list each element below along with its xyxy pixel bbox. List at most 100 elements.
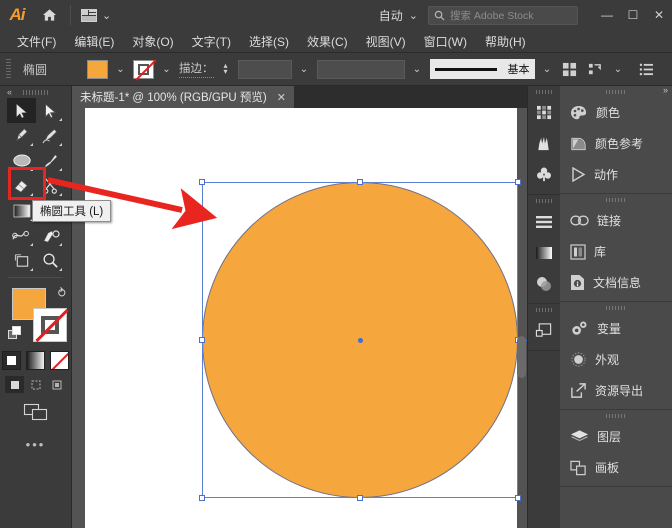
close-button[interactable]: ✕: [646, 0, 672, 30]
handle-bottom-left[interactable]: [199, 495, 205, 501]
window-controls: — ☐ ✕: [594, 0, 672, 30]
swatches-icon[interactable]: [528, 97, 560, 128]
menu-help[interactable]: 帮助(H): [476, 31, 535, 52]
transform-icon[interactable]: [586, 59, 606, 79]
vertical-scrollbar[interactable]: [517, 336, 526, 378]
stroke-profile-caret-icon[interactable]: ⌄: [411, 60, 424, 79]
menu-object[interactable]: 对象(O): [123, 31, 182, 52]
panel-group-gripper-3[interactable]: [560, 302, 672, 313]
direct-selection-tool[interactable]: [36, 98, 65, 123]
gradient-swatch-button[interactable]: [26, 351, 45, 370]
maximize-button[interactable]: ☐: [620, 0, 646, 30]
close-icon[interactable]: ✕: [277, 91, 286, 104]
curvature-tool[interactable]: [36, 123, 65, 148]
panel-item-appearance[interactable]: 外观: [560, 344, 672, 375]
screen-mode-button[interactable]: [0, 403, 71, 421]
dock-strip-gripper[interactable]: [528, 86, 560, 97]
handle-top-center[interactable]: [357, 179, 363, 185]
stroke-icon[interactable]: [528, 206, 560, 237]
symbols-icon[interactable]: [528, 159, 560, 190]
workspace-caret-icon[interactable]: ⌄: [409, 9, 418, 22]
brush-definition-dropdown[interactable]: 基本: [430, 59, 535, 79]
arrange-documents-button[interactable]: ⌄: [77, 4, 115, 26]
fill-color-swatch[interactable]: [87, 60, 108, 79]
change-screen-mode-icon: [23, 403, 49, 421]
panel-group-gripper-2[interactable]: [560, 194, 672, 205]
panel-item-layers[interactable]: 图层: [560, 421, 672, 452]
gradient-icon[interactable]: [528, 237, 560, 268]
arrange-documents-icon: [81, 9, 97, 22]
panel-item-color[interactable]: 颜色: [560, 97, 672, 128]
swap-fill-stroke-icon[interactable]: ⥁: [58, 286, 66, 300]
search-input[interactable]: 搜索 Adobe Stock: [428, 6, 578, 25]
menu-select[interactable]: 选择(S): [240, 31, 298, 52]
transparency-icon[interactable]: [528, 268, 560, 299]
handle-middle-left[interactable]: [199, 337, 205, 343]
menu-file[interactable]: 文件(F): [8, 31, 65, 52]
pen-tool[interactable]: [7, 123, 36, 148]
divider: [70, 5, 71, 25]
stroke-profile-input[interactable]: [317, 60, 405, 79]
panel-item-asset-export[interactable]: 资源导出: [560, 375, 672, 406]
dock-strip-gripper-3[interactable]: [528, 304, 560, 315]
titlebar-right-group: 自动 ⌄ 搜索 Adobe Stock — ☐ ✕: [379, 0, 672, 30]
fill-caret-icon[interactable]: ⌄: [114, 60, 127, 79]
brushes-icon[interactable]: [528, 128, 560, 159]
menu-view[interactable]: 视图(V): [357, 31, 415, 52]
more-options-icon[interactable]: [637, 59, 657, 79]
color-swatch-button[interactable]: [2, 351, 21, 370]
panel-item-libraries[interactable]: 库: [560, 236, 672, 267]
panel-item-document-info[interactable]: 文档信息: [560, 267, 672, 298]
panel-item-links[interactable]: 链接: [560, 205, 672, 236]
zoom-tool[interactable]: [36, 248, 65, 273]
selection-tool[interactable]: [7, 98, 36, 123]
minimize-button[interactable]: —: [594, 0, 620, 30]
draw-inside-icon[interactable]: [47, 376, 66, 393]
draw-behind-icon[interactable]: [26, 376, 45, 393]
align-icon[interactable]: [560, 59, 580, 79]
menu-effect[interactable]: 效果(C): [298, 31, 357, 52]
stroke-weight-input[interactable]: [238, 60, 292, 79]
color-mode-buttons: [0, 351, 71, 370]
handle-bottom-center[interactable]: [357, 495, 363, 501]
home-icon[interactable]: [34, 0, 64, 30]
brush-caret-icon[interactable]: ⌄: [541, 60, 554, 79]
dock-strip-gripper-2[interactable]: [528, 195, 560, 206]
handle-bottom-right[interactable]: [515, 495, 521, 501]
panel-item-variables[interactable]: 变量: [560, 313, 672, 344]
stroke-weight-label[interactable]: 描边：: [179, 60, 214, 78]
panel-item-label: 库: [594, 243, 606, 260]
workspace-auto-label[interactable]: 自动: [379, 7, 403, 24]
artboard-tool[interactable]: [7, 248, 36, 273]
menu-type[interactable]: 文字(T): [183, 31, 240, 52]
stroke-color-swatch[interactable]: [133, 60, 154, 79]
edit-toolbar-icon[interactable]: •••: [0, 437, 71, 452]
collapse-toolbar-icon[interactable]: «: [7, 87, 11, 97]
none-swatch-button[interactable]: [50, 351, 69, 370]
panel-group-gripper-4[interactable]: [560, 410, 672, 421]
draw-normal-icon[interactable]: [5, 376, 24, 393]
menu-edit[interactable]: 编辑(E): [65, 31, 123, 52]
fill-stroke-controls: ⥁: [0, 282, 72, 348]
collapse-panels-icon[interactable]: »: [663, 85, 668, 95]
artboards-strip-icon[interactable]: [528, 315, 560, 346]
menu-window[interactable]: 窗口(W): [415, 31, 476, 52]
handle-top-right[interactable]: [515, 179, 521, 185]
default-fill-stroke-icon[interactable]: [8, 326, 22, 340]
panel-item-label: 链接: [597, 212, 621, 229]
panel-item-color-guide[interactable]: 颜色参考: [560, 128, 672, 159]
control-bar-gripper[interactable]: [6, 59, 11, 79]
document-tab[interactable]: 未标题-1* @ 100% (RGB/GPU 预览) ✕: [72, 86, 294, 108]
panel-item-actions[interactable]: 动作: [560, 159, 672, 190]
toolbar-stroke-swatch[interactable]: [33, 308, 67, 342]
transform-caret-icon[interactable]: ⌄: [612, 60, 625, 79]
stroke-weight-stepper[interactable]: ▴▾: [220, 60, 232, 79]
actions-play-icon: [570, 167, 586, 182]
panel-item-label: 图层: [597, 428, 621, 445]
panel-group-gripper-1[interactable]: »: [560, 86, 672, 97]
stroke-weight-caret-icon[interactable]: ⌄: [298, 60, 311, 79]
artboards-icon: [570, 460, 587, 476]
stroke-caret-icon[interactable]: ⌄: [160, 60, 173, 79]
magnifier-icon: [42, 252, 59, 269]
panel-item-artboards[interactable]: 画板: [560, 452, 672, 483]
